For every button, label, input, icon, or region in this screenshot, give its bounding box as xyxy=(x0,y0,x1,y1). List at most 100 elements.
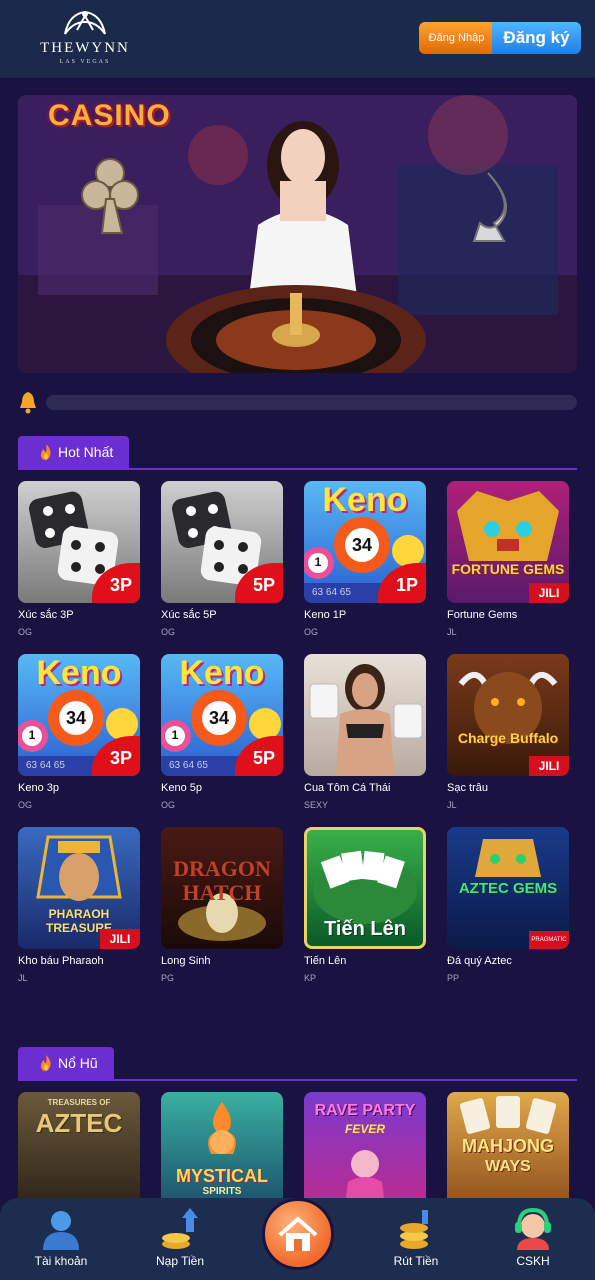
game-card-xuc-sac-3p[interactable]: 3P Xúc sắc 3P OG xyxy=(18,481,140,637)
game-name: Xúc sắc 5P xyxy=(161,609,217,621)
thumb-title: MAHJONG xyxy=(461,1136,554,1156)
game-card-keno-5p[interactable]: Keno 34 1 63 64 65 5P Keno 5p OG xyxy=(161,654,283,810)
game-thumbnail[interactable]: Charge Buffalo JILI xyxy=(447,654,569,776)
thumb-title: AZTEC xyxy=(35,1108,123,1138)
casino-scene-image xyxy=(18,95,577,373)
game-provider: OG xyxy=(18,627,33,637)
nav-label: Tài khoản xyxy=(34,1254,88,1268)
thumb-subtitle: WAYS xyxy=(485,1158,531,1175)
keno-ball-small: 1 xyxy=(314,555,322,569)
bell-icon xyxy=(20,392,36,414)
game-card-sac-trau[interactable]: Charge Buffalo JILI Sạc trâu JL xyxy=(447,654,569,810)
game-card-fortune-gems[interactable]: FORTUNE GEMS JILI Fortune Gems JL xyxy=(447,481,569,637)
nav-account[interactable]: Tài khoản xyxy=(6,1198,116,1280)
header: THEWYNN LAS VEGAS Đăng Nhập Đăng ký xyxy=(0,0,595,78)
keno-ball-number: 34 xyxy=(65,708,87,728)
user-icon xyxy=(43,1211,79,1250)
game-thumbnail[interactable]: Keno 34 1 63 64 65 5P xyxy=(161,654,283,776)
game-name: Long Sinh xyxy=(161,955,211,967)
game-name: Keno 5p xyxy=(161,782,202,794)
dancer-image xyxy=(344,1150,386,1214)
game-badge: JILI xyxy=(529,756,569,776)
nav-label: CSKH xyxy=(516,1254,550,1268)
game-provider: OG xyxy=(18,800,33,810)
game-thumbnail[interactable]: 5P xyxy=(161,481,283,603)
game-thumbnail[interactable]: Keno 34 1 63 64 65 1P xyxy=(304,481,426,603)
section-tab-hot[interactable]: Hot Nhất xyxy=(18,436,130,468)
game-provider: KP xyxy=(304,973,317,983)
register-button[interactable]: Đăng ký xyxy=(492,22,581,54)
game-name: Keno 3p xyxy=(18,782,59,794)
game-badge: JILI xyxy=(100,929,140,949)
game-provider: PP xyxy=(447,973,460,983)
nav-label: Rút Tiền xyxy=(393,1254,439,1268)
home-button[interactable] xyxy=(262,1198,334,1270)
nav-withdraw[interactable]: Rút Tiền xyxy=(361,1198,471,1280)
game-card-kho-bau-pharaoh[interactable]: PHARAOH TREASURE JILI Kho báu Pharaoh JL xyxy=(18,827,140,983)
logo-subtitle: LAS VEGAS xyxy=(59,59,111,65)
game-card-xuc-sac-5p[interactable]: 5P Xúc sắc 5P OG xyxy=(161,481,283,637)
game-thumbnail[interactable]: RAVE PARTY FEVER xyxy=(304,1092,426,1214)
thumb-title: AZTEC GEMS xyxy=(458,880,558,897)
game-thumbnail[interactable]: Keno 34 1 63 64 65 3P xyxy=(18,654,140,776)
game-provider: JL xyxy=(447,627,457,637)
game-thumbnail[interactable] xyxy=(304,654,426,776)
game-name: Xúc sắc 3P xyxy=(18,609,74,621)
game-provider: OG xyxy=(304,627,319,637)
promo-banner[interactable]: CASINO xyxy=(18,95,577,373)
nav-label: Nạp Tiền xyxy=(155,1254,205,1268)
section-tab-no-hu[interactable]: Nổ Hũ xyxy=(18,1047,114,1079)
game-name: Cua Tôm Cá Thái xyxy=(304,782,391,794)
keno-ball-small: 1 xyxy=(28,728,36,742)
fire-icon xyxy=(41,1055,51,1071)
wynn-logo[interactable]: THEWYNN LAS VEGAS xyxy=(30,8,140,72)
game-card-cua-tom-ca-thai[interactable]: Cua Tôm Cá Thái SEXY xyxy=(304,654,426,810)
model-image xyxy=(309,664,423,776)
game-provider: PG xyxy=(161,973,175,983)
login-button[interactable]: Đăng Nhập xyxy=(419,22,494,54)
game-card-long-sinh[interactable]: DRAGON HATCH Long Sinh PG xyxy=(161,827,283,983)
section-title: Nổ Hũ xyxy=(58,1055,98,1071)
announcement-ticker[interactable] xyxy=(46,395,577,410)
game-thumbnail[interactable]: 3P xyxy=(18,481,140,603)
keno-ball-number: 34 xyxy=(351,535,373,555)
game-card-treasures-of-aztec[interactable]: TREASURES OF AZTEC xyxy=(18,1092,140,1214)
thumb-title: Charge Buffalo xyxy=(457,730,559,746)
game-thumbnail[interactable]: MYSTICAL SPIRITS xyxy=(161,1092,283,1214)
game-thumbnail[interactable]: AZTEC GEMS PRAGMATIC PLAY xyxy=(447,827,569,949)
game-card-keno-3p[interactable]: Keno 34 1 63 64 65 3P Keno 3p OG xyxy=(18,654,140,810)
game-card-tien-len[interactable]: Tiến Lên Tiến Lên KP xyxy=(304,827,426,983)
game-card-rave-party-fever[interactable]: RAVE PARTY FEVER xyxy=(304,1092,426,1214)
game-thumbnail[interactable]: FORTUNE GEMS JILI xyxy=(447,481,569,603)
crest-icon xyxy=(64,10,106,35)
support-icon xyxy=(515,1208,551,1250)
game-badge: JILI xyxy=(529,583,569,603)
game-provider: JL xyxy=(447,800,457,810)
thumb-title: FORTUNE GEMS xyxy=(451,561,565,577)
game-card-mystical-spirits[interactable]: MYSTICAL SPIRITS xyxy=(161,1092,283,1214)
nav-support[interactable]: CSKH xyxy=(478,1198,588,1280)
fire-icon xyxy=(41,444,51,460)
game-thumbnail[interactable]: TREASURES OF AZTEC xyxy=(18,1092,140,1214)
nav-deposit[interactable]: Nạp Tiền xyxy=(125,1198,235,1280)
game-name: Tiến Lên xyxy=(304,955,347,967)
game-card-keno-1p[interactable]: Keno 34 1 63 64 65 1P Keno 1P OG xyxy=(304,481,426,637)
game-thumbnail[interactable]: DRAGON HATCH xyxy=(161,827,283,949)
game-thumbnail[interactable]: PHARAOH TREASURE JILI xyxy=(18,827,140,949)
game-card-mahjong-ways[interactable]: MAHJONG WAYS xyxy=(447,1092,569,1214)
keno-ball-number: 34 xyxy=(208,708,230,728)
game-card-aztec-gems[interactable]: AZTEC GEMS PRAGMATIC PLAY Đá quý Aztec P… xyxy=(447,827,569,983)
game-name: Sạc trâu xyxy=(447,782,488,794)
thumb-title: Tiến Lên xyxy=(324,918,406,940)
thumb-title: MYSTICAL xyxy=(176,1166,268,1186)
game-thumbnail[interactable]: Tiến Lên xyxy=(304,827,426,949)
keno-row-numbers: 63 64 65 xyxy=(312,587,351,598)
logo-brand: THEWYNN xyxy=(40,40,130,56)
thumb-subtitle: TREASURES OF xyxy=(47,1098,111,1107)
keno-ball-small: 1 xyxy=(171,728,179,742)
game-name: Đá quý Aztec xyxy=(447,955,512,967)
game-provider: OG xyxy=(161,627,176,637)
section-divider xyxy=(18,468,577,470)
deposit-icon xyxy=(162,1208,198,1249)
game-thumbnail[interactable]: MAHJONG WAYS xyxy=(447,1092,569,1214)
